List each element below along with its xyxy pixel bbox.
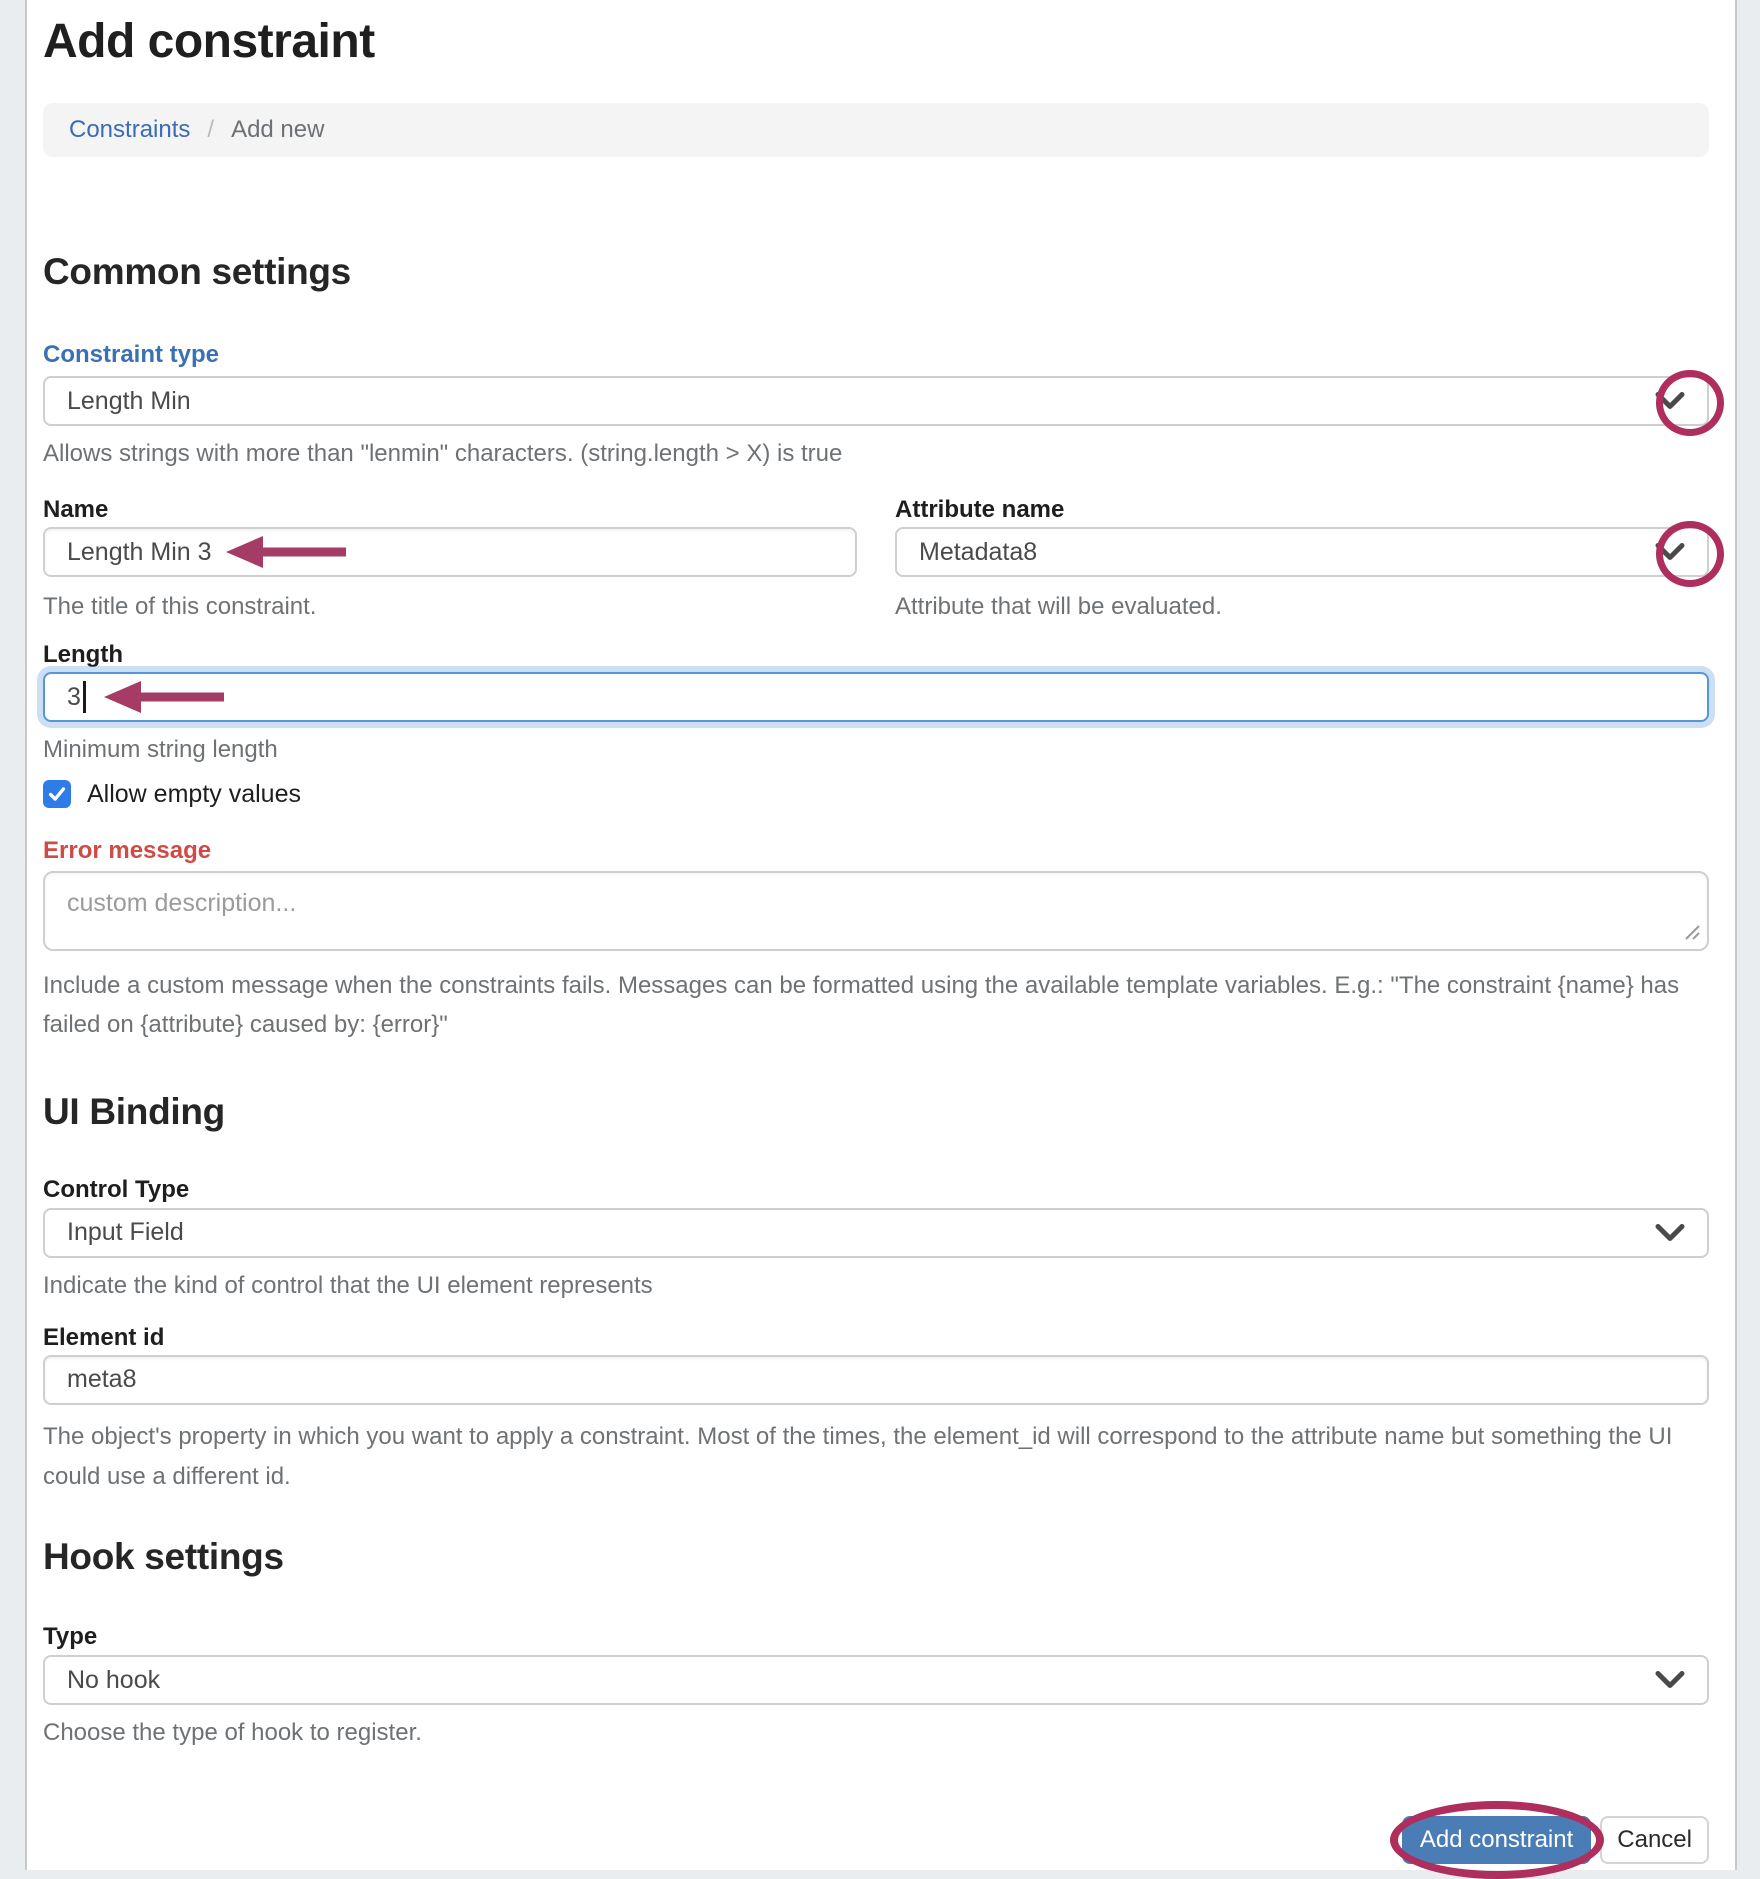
attribute-name-select[interactable]: Metadata8 (895, 527, 1709, 577)
check-icon (46, 783, 68, 805)
constraint-type-label: Constraint type (43, 343, 1709, 367)
name-column: Name Length Min 3 The title of this cons… (43, 498, 857, 622)
hook-settings-heading: Hook settings (43, 1536, 1709, 1578)
control-type-label: Control Type (43, 1178, 1709, 1202)
name-input[interactable]: Length Min 3 (43, 527, 857, 577)
allow-empty-label: Allow empty values (87, 780, 301, 809)
annotation-arrow-name (226, 535, 346, 569)
annotation-ellipse-add-constraint (1390, 1801, 1604, 1879)
hook-type-value: No hook (67, 1666, 160, 1695)
chevron-down-icon (1655, 1223, 1685, 1242)
chevron-down-icon (1655, 1671, 1685, 1690)
hook-type-select[interactable]: No hook (43, 1655, 1709, 1705)
breadcrumb-separator: / (207, 116, 214, 144)
allow-empty-checkbox[interactable] (43, 780, 71, 808)
page-container: Add constraint Constraints / Add new Com… (25, 0, 1737, 1870)
allow-empty-row: Allow empty values (43, 780, 1709, 809)
chevron-down-icon (1655, 543, 1685, 562)
common-settings-heading: Common settings (43, 251, 1709, 293)
length-input[interactable]: 3 (43, 672, 1709, 722)
constraint-type-help: Allows strings with more than "lenmin" c… (43, 438, 1709, 469)
add-constraint-button[interactable]: Add constraint (1402, 1816, 1591, 1864)
hook-type-help: Choose the type of hook to register. (43, 1717, 1709, 1748)
hook-type-label: Type (43, 1625, 1709, 1649)
error-message-wrap (43, 871, 1709, 951)
name-label: Name (43, 498, 857, 522)
element-id-value: meta8 (67, 1365, 136, 1394)
attribute-column: Attribute name Metadata8 Attribute that … (895, 498, 1709, 622)
form-actions: Add constraint Cancel (43, 1816, 1709, 1864)
control-type-select[interactable]: Input Field (43, 1208, 1709, 1258)
length-label: Length (43, 643, 1709, 667)
length-help: Minimum string length (43, 734, 1709, 765)
control-type-help: Indicate the kind of control that the UI… (43, 1270, 1709, 1301)
error-message-help: Include a custom message when the constr… (43, 966, 1709, 1045)
annotation-arrow-length (104, 680, 224, 714)
attribute-name-value: Metadata8 (919, 538, 1037, 567)
constraint-type-value: Length Min (67, 387, 191, 416)
cancel-button[interactable]: Cancel (1600, 1816, 1709, 1864)
constraint-type-select[interactable]: Length Min (43, 376, 1709, 426)
page-title: Add constraint (43, 0, 1709, 69)
error-message-label: Error message (43, 839, 1709, 863)
name-value: Length Min 3 (67, 538, 212, 567)
attribute-name-help: Attribute that will be evaluated. (895, 591, 1709, 622)
ui-binding-heading: UI Binding (43, 1091, 1709, 1133)
element-id-label: Element id (43, 1326, 1709, 1350)
name-help: The title of this constraint. (43, 591, 857, 622)
chevron-down-icon (1655, 392, 1685, 411)
attribute-name-label: Attribute name (895, 498, 1709, 522)
breadcrumb-current: Add new (231, 116, 324, 144)
error-message-textarea[interactable] (43, 871, 1709, 951)
breadcrumb-link-constraints[interactable]: Constraints (69, 116, 190, 144)
text-cursor (83, 681, 86, 713)
element-id-input[interactable]: meta8 (43, 1355, 1709, 1405)
control-type-value: Input Field (67, 1218, 184, 1247)
length-value: 3 (67, 683, 81, 712)
form-content: Add constraint Constraints / Add new Com… (27, 0, 1735, 1864)
element-id-help: The object's property in which you want … (43, 1417, 1709, 1496)
breadcrumb: Constraints / Add new (43, 103, 1709, 157)
name-attribute-row: Name Length Min 3 The title of this cons… (43, 498, 1709, 622)
